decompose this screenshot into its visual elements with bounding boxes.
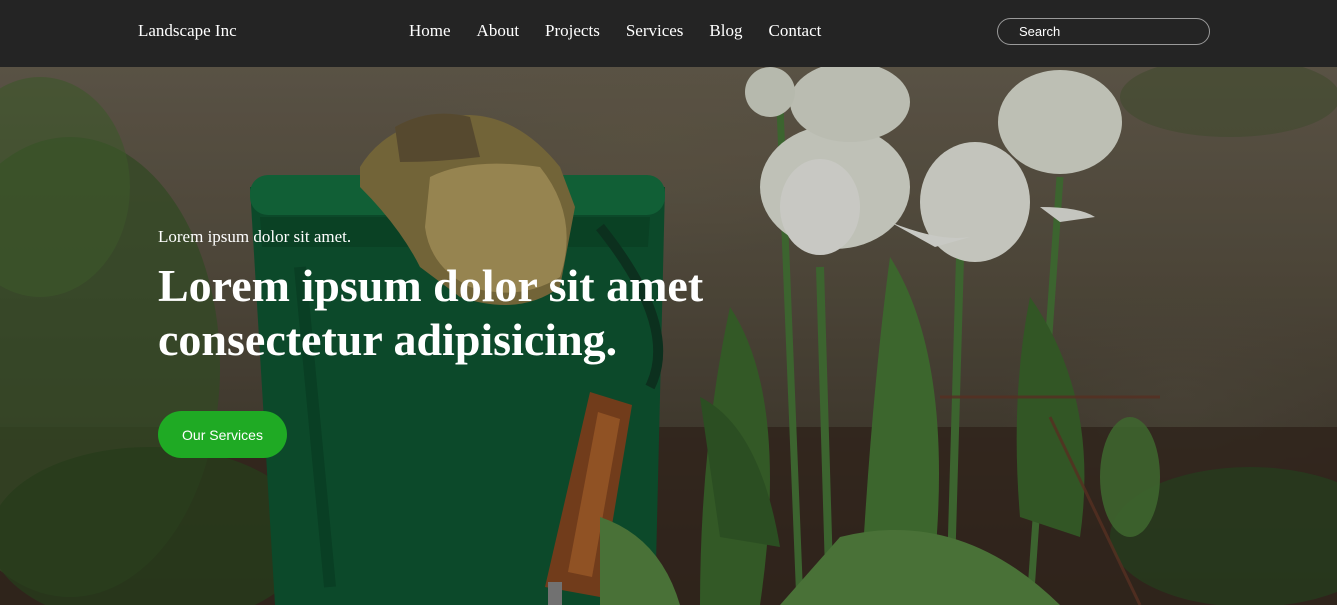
main-nav: Home About Projects Services Blog Contac…	[409, 21, 847, 41]
search-input[interactable]	[997, 18, 1210, 45]
nav-link-services[interactable]: Services	[626, 21, 684, 41]
nav-link-contact[interactable]: Contact	[768, 21, 821, 41]
brand-logo-text[interactable]: Landscape Inc	[138, 21, 237, 41]
hero-eyebrow: Lorem ipsum dolor sit amet.	[158, 227, 352, 246]
hero-section: Lorem ipsum dolor sit amet. Lorem ipsum …	[0, 67, 1337, 605]
our-services-button[interactable]: Our Services	[158, 411, 287, 458]
hero-title: Lorem ipsum dolor sit amet consectetur a…	[158, 260, 704, 365]
navbar: Landscape Inc Home About Projects Servic…	[0, 0, 1337, 67]
nav-link-blog[interactable]: Blog	[709, 21, 742, 41]
nav-link-about[interactable]: About	[477, 21, 520, 41]
nav-link-home[interactable]: Home	[409, 21, 451, 41]
nav-link-projects[interactable]: Projects	[545, 21, 600, 41]
